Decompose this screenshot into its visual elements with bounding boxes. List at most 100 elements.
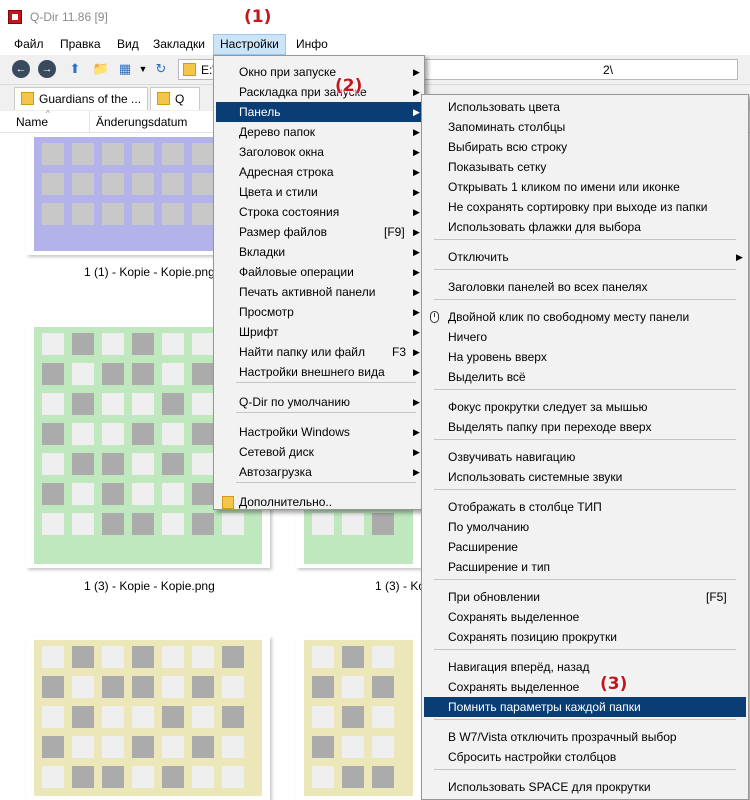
submenu-arrow-icon: ▶	[413, 187, 420, 197]
column-divider[interactable]	[89, 111, 90, 132]
settings-menu-item[interactable]: Панель ▶	[216, 102, 422, 122]
thumbnail-cell	[192, 393, 214, 415]
panel-menu-item[interactable]: На уровень вверх	[424, 347, 746, 367]
thumbnail-cell	[342, 513, 364, 535]
file-name-label[interactable]: 1 (1) - Kopie - Kopie.png	[84, 265, 215, 279]
panel-menu-item[interactable]: Выделить всё	[424, 367, 746, 387]
panel-menu-item[interactable]: По умолчанию	[424, 517, 746, 537]
settings-menu-item[interactable]: Размер файлов [F9] ▶	[216, 222, 422, 242]
panel-menu-item[interactable]: Выделять папку при переходе вверх	[424, 417, 746, 437]
up-folder-icon[interactable]: ⬆	[66, 61, 84, 77]
file-name-label[interactable]: 1 (3) - Ko	[375, 579, 425, 593]
submenu-arrow-icon: ▶	[413, 447, 420, 457]
panel-menu-item[interactable]: Навигация вперёд, назад	[424, 657, 746, 677]
menu-item-label: Файловые операции	[239, 265, 354, 279]
panel-menu-item[interactable]: Отключить ▶	[424, 247, 746, 267]
panel-menu-item[interactable]: Фокус прокрутки следует за мышью	[424, 397, 746, 417]
submenu-arrow-icon: ▶	[413, 87, 420, 97]
thumbnail-cell	[72, 766, 94, 788]
menu-item-label: Сохранять выделенное	[448, 610, 580, 624]
refresh-icon[interactable]: ↻	[152, 61, 170, 77]
column-date[interactable]: Änderungsdatum	[96, 115, 187, 129]
thumbnail-cell	[192, 736, 214, 758]
panel-menu-item[interactable]: Использовать цвета	[424, 97, 746, 117]
settings-menu-item[interactable]: Печать активной панели ▶	[216, 282, 422, 302]
panel-menu-item[interactable]: Сохранять выделенное	[424, 677, 746, 697]
panel-menu-item[interactable]: Использовать системные звуки	[424, 467, 746, 487]
settings-menu-item[interactable]: Q-Dir по умолчанию ▶	[216, 392, 422, 412]
panel-menu-item[interactable]: Сохранять выделенное	[424, 607, 746, 627]
panel-menu-item[interactable]: При обновлении [F5]	[424, 587, 746, 607]
new-folder-icon[interactable]: 📁	[92, 61, 110, 77]
panel-menu-item[interactable]: Не сохранять сортировку при выходе из па…	[424, 197, 746, 217]
settings-menu-item[interactable]: Дополнительно..	[216, 492, 422, 512]
panel-menu-item[interactable]: Ничего	[424, 327, 746, 347]
settings-menu-item[interactable]: Настройки Windows ▶	[216, 422, 422, 442]
thumbnail-cell	[42, 766, 64, 788]
thumbnail-cell	[42, 203, 64, 225]
forward-button[interactable]: →	[38, 60, 56, 78]
settings-menu-item[interactable]: Вкладки ▶	[216, 242, 422, 262]
panel-menu-item[interactable]: Озвучивать навигацию	[424, 447, 746, 467]
thumbnail-cell	[192, 363, 214, 385]
panel-menu-item[interactable]: Показывать сетку	[424, 157, 746, 177]
settings-menu-item[interactable]: Цвета и стили ▶	[216, 182, 422, 202]
file-thumbnail[interactable]	[26, 636, 270, 800]
file-name-label[interactable]: 1 (3) - Kopie - Kopie.png	[84, 579, 215, 593]
settings-menu-item[interactable]: Окно при запуске ▶	[216, 62, 422, 82]
panel-menu-item[interactable]: Открывать 1 кликом по имени или иконке	[424, 177, 746, 197]
menu-bookmarks[interactable]: Закладки	[147, 34, 211, 55]
column-name[interactable]: Name	[16, 115, 48, 129]
thumbnail-cell	[312, 513, 334, 535]
thumbnail-cell	[132, 423, 154, 445]
view-dropdown-icon[interactable]: ▼	[134, 61, 152, 77]
settings-menu-item[interactable]: Шрифт ▶	[216, 322, 422, 342]
file-thumbnail[interactable]	[296, 636, 421, 800]
settings-menu-item[interactable]: Сетевой диск ▶	[216, 442, 422, 462]
panel-menu-item[interactable]: Использовать SPACE для прокрутки	[424, 777, 746, 797]
panel-menu-item[interactable]: В W7/Vista отключить прозрачный выбор	[424, 727, 746, 747]
menu-file[interactable]: Файл	[8, 34, 50, 55]
thumbnail-cell	[162, 646, 184, 668]
menu-separator	[434, 269, 736, 270]
panel-submenu: Использовать цвета Запоминать столбцы Выби…	[421, 94, 749, 800]
panel-menu-item[interactable]: Сохранять позицию прокрутки	[424, 627, 746, 647]
settings-menu-item[interactable]: Заголовок окна ▶	[216, 142, 422, 162]
settings-menu-item[interactable]: Раскладка при запуске ▶	[216, 82, 422, 102]
panel-menu-item[interactable]: Расширение	[424, 537, 746, 557]
submenu-arrow-icon: ▶	[413, 467, 420, 477]
title-bar: Q-Dir 11.86 [9]	[0, 0, 750, 34]
panel-menu-item[interactable]: Использовать флажки для выбора	[424, 217, 746, 237]
panel-menu-item[interactable]: Запоминать столбцы	[424, 117, 746, 137]
settings-menu-item[interactable]: Автозагрузка ▶	[216, 462, 422, 482]
panel-menu-item[interactable]: Сбросить настройки столбцов	[424, 747, 746, 767]
settings-menu-item[interactable]: Адресная строка ▶	[216, 162, 422, 182]
panel-menu-item[interactable]: Помнить параметры каждой папки	[424, 697, 746, 717]
thumbnail-cell	[162, 173, 184, 195]
panel-menu-item[interactable]: Выбирать всю строку	[424, 137, 746, 157]
thumbnail-cell	[42, 483, 64, 505]
settings-menu-item[interactable]: Настройки внешнего вида ▶	[216, 362, 422, 382]
view-mode-icon[interactable]: ▦	[116, 61, 134, 77]
menu-info[interactable]: Инфо	[290, 34, 334, 55]
panel-menu-item[interactable]: Двойной клик по свободному месту панели	[424, 307, 746, 327]
thumbnail-cell	[192, 766, 214, 788]
back-button[interactable]: ←	[12, 60, 30, 78]
menu-edit[interactable]: Правка	[54, 34, 107, 55]
settings-menu-item[interactable]: Найти папку или файл F3 ▶	[216, 342, 422, 362]
settings-menu-item[interactable]: Строка состояния ▶	[216, 202, 422, 222]
panel-menu-item[interactable]: Расширение и тип	[424, 557, 746, 577]
menu-settings[interactable]: Настройки	[213, 34, 286, 55]
tab-q[interactable]: Q	[150, 87, 200, 110]
menu-separator	[236, 412, 416, 413]
thumbnail-cell	[102, 513, 124, 535]
settings-menu-item[interactable]: Просмотр ▶	[216, 302, 422, 322]
menu-separator	[434, 389, 736, 390]
settings-menu-item[interactable]: Дерево папок ▶	[216, 122, 422, 142]
panel-menu-item[interactable]: Заголовки панелей во всех панелях	[424, 277, 746, 297]
panel-menu-item[interactable]: Отображать в столбце ТИП	[424, 497, 746, 517]
tab-guardians[interactable]: Guardians of the ...	[14, 87, 148, 110]
menu-item-label: Двойной клик по свободному месту панели	[448, 310, 690, 324]
menu-view[interactable]: Вид	[111, 34, 145, 55]
settings-menu-item[interactable]: Файловые операции ▶	[216, 262, 422, 282]
